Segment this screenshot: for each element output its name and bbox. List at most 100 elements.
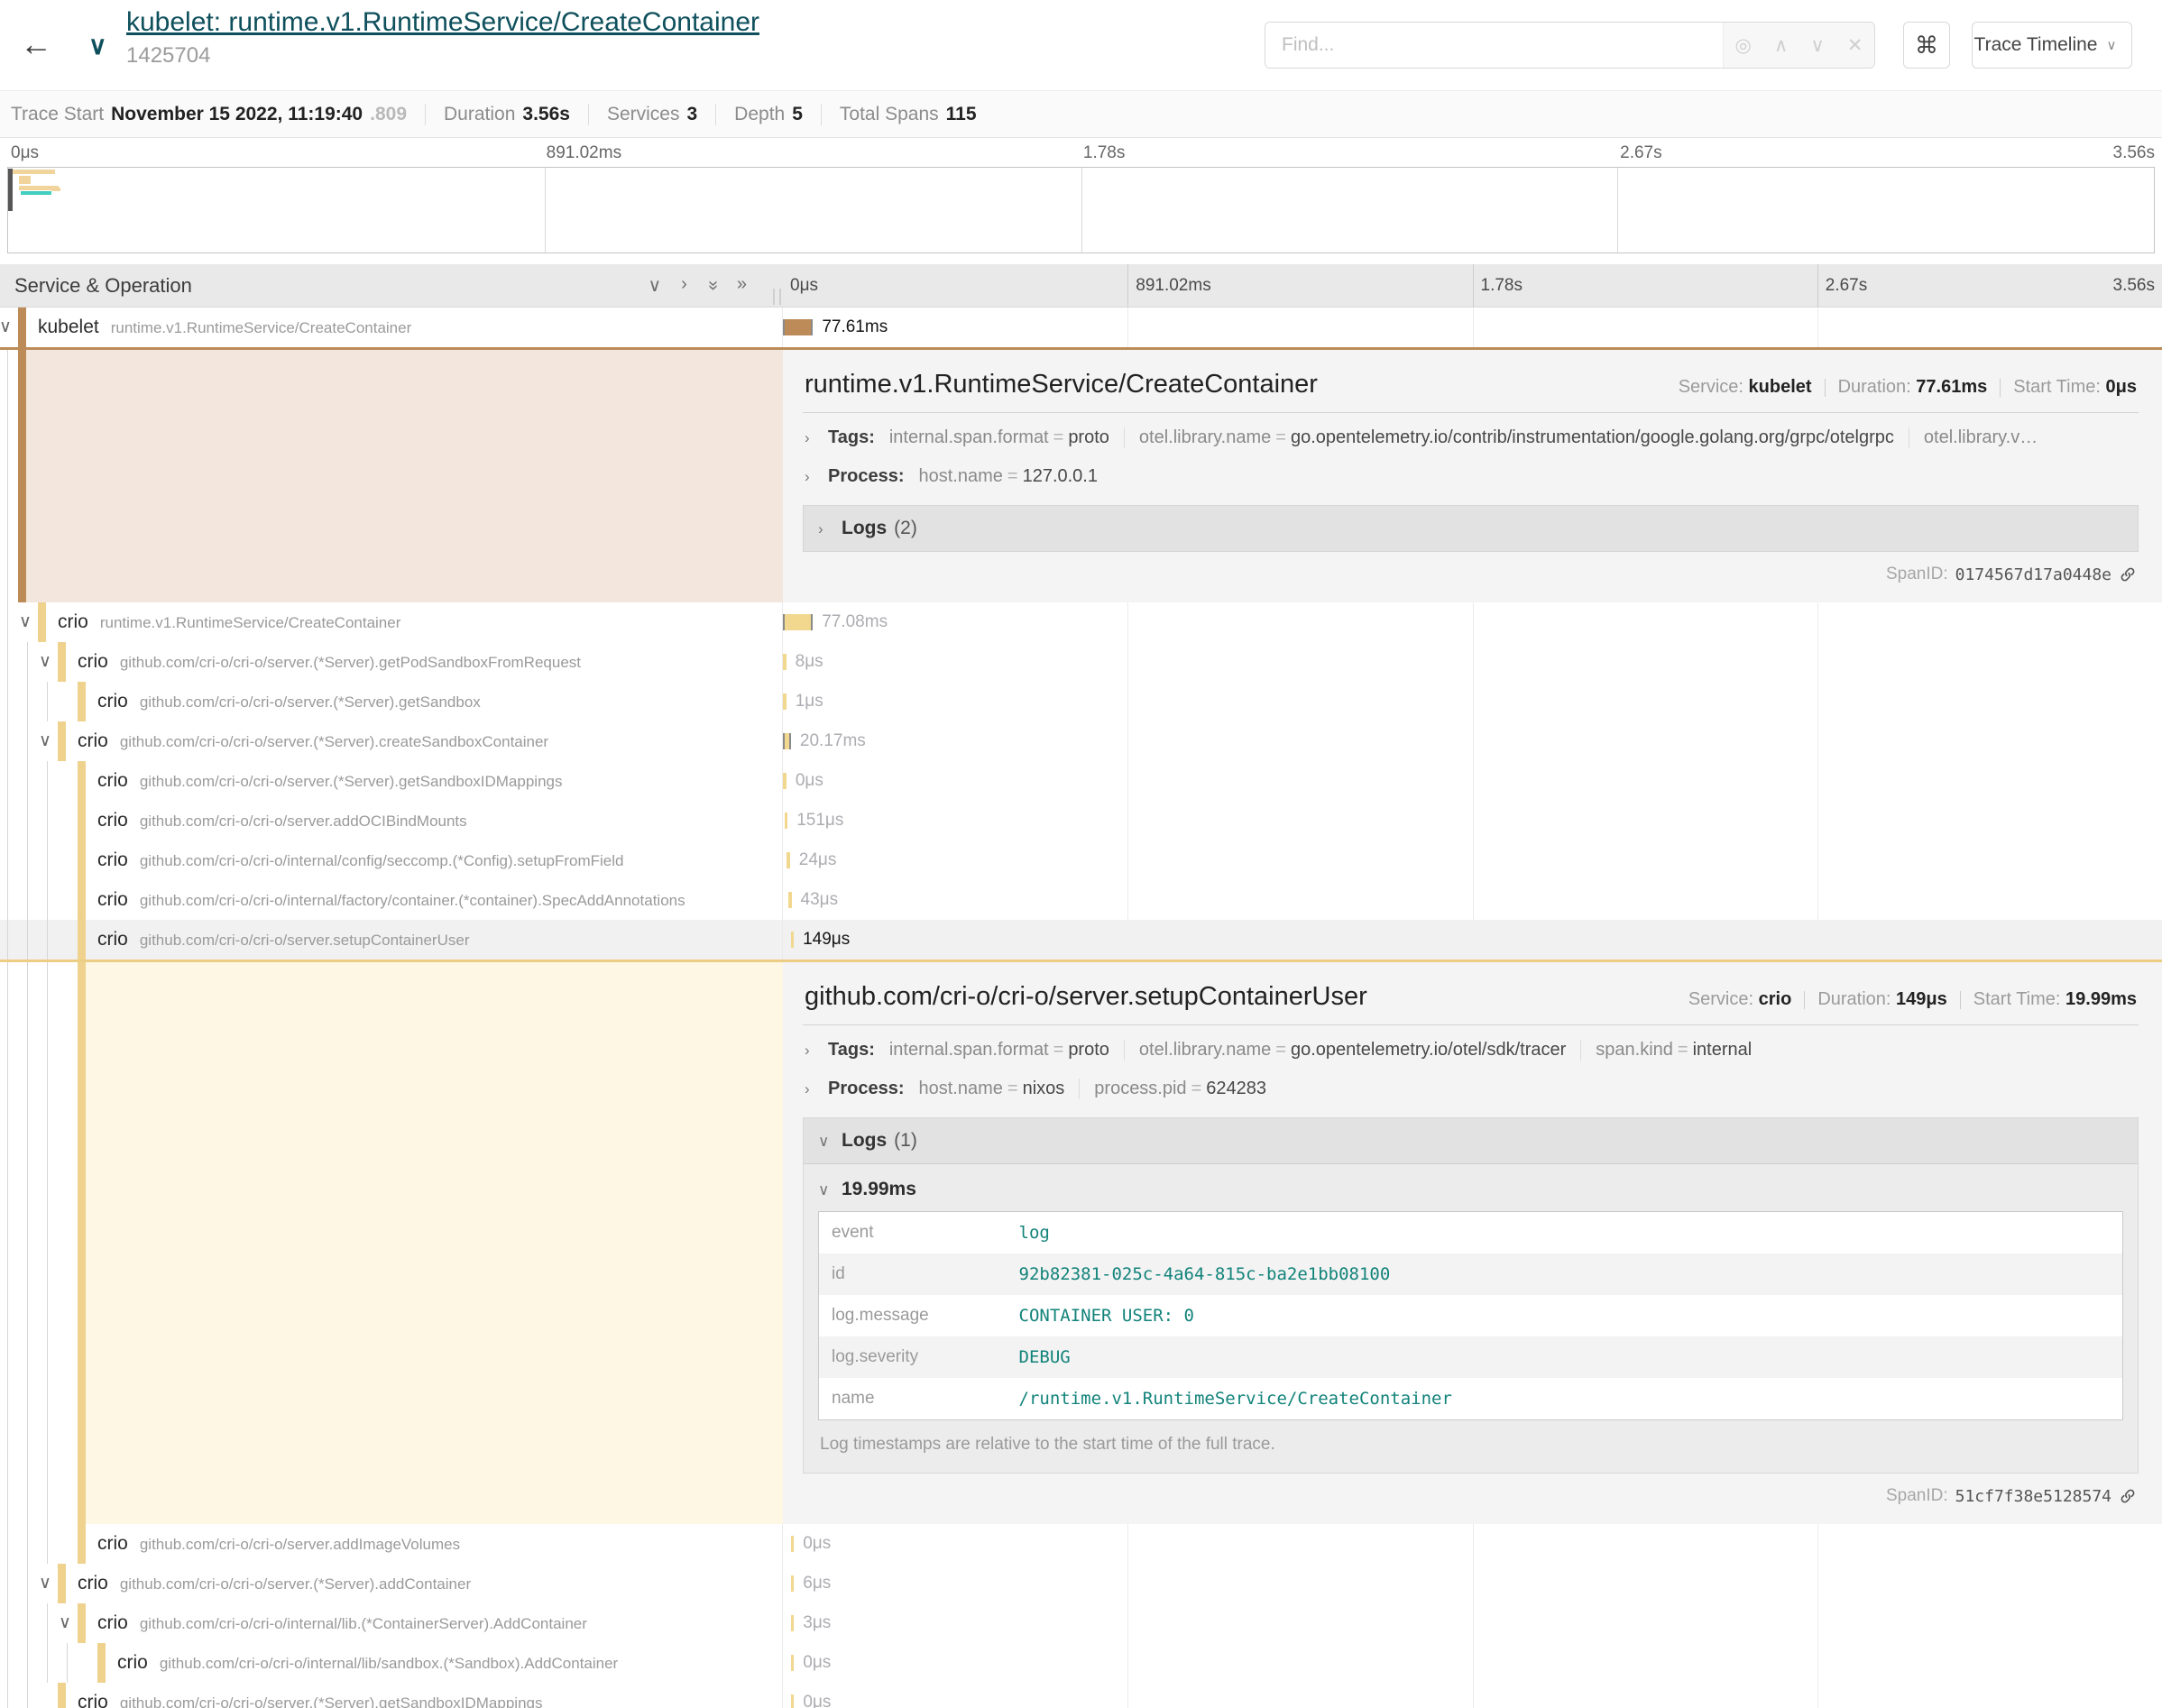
span-row[interactable]: criogithub.com/cri-o/cri-o/internal/lib/… — [0, 1643, 2162, 1683]
span-duration-label: 8μs — [796, 642, 823, 682]
span-timeline-cell[interactable]: 1μs — [783, 682, 2162, 721]
span-row[interactable]: ∨criogithub.com/cri-o/cri-o/server.(*Ser… — [0, 642, 2162, 682]
locate-icon[interactable]: ◎ — [1735, 34, 1752, 57]
span-name-cell[interactable]: criogithub.com/cri-o/cri-o/server.(*Serv… — [0, 682, 783, 721]
expand-all-icon[interactable]: » — [737, 274, 747, 297]
span-expander-icon[interactable]: ∨ — [39, 642, 51, 682]
span-name-cell[interactable]: ∨crioruntime.v1.RuntimeService/CreateCon… — [0, 602, 783, 642]
service-name: crio — [97, 929, 128, 950]
span-timeline-cell[interactable]: 6μs — [783, 1564, 2162, 1603]
column-resizer-handle[interactable] — [773, 289, 781, 305]
span-name-cell[interactable]: criogithub.com/cri-o/cri-o/internal/lib/… — [0, 1643, 783, 1683]
span-timeline-cell[interactable]: 0μs — [783, 1683, 2162, 1708]
span-expander-icon[interactable]: ∨ — [39, 721, 51, 761]
span-timeline-cell[interactable]: 0μs — [783, 1524, 2162, 1564]
span-duration-bar[interactable] — [791, 1655, 795, 1671]
logs-section-toggle[interactable]: ∨ Logs (1) — [804, 1118, 2138, 1164]
services-value: 3 — [686, 104, 697, 125]
copy-link-icon[interactable] — [2119, 1487, 2137, 1505]
span-expander-icon[interactable]: ∨ — [59, 1603, 71, 1643]
span-timeline-cell[interactable]: 77.61ms — [783, 308, 2162, 347]
keyboard-shortcuts-button[interactable]: ⌘ — [1903, 22, 1950, 69]
span-timeline-cell[interactable]: 24μs — [783, 840, 2162, 880]
span-name-cell[interactable]: criogithub.com/cri-o/cri-o/server.(*Serv… — [0, 761, 783, 801]
span-duration-bar[interactable] — [783, 319, 813, 335]
span-row[interactable]: ∨criogithub.com/cri-o/cri-o/internal/lib… — [0, 1603, 2162, 1643]
span-timeline-cell[interactable]: 43μs — [783, 880, 2162, 920]
log-entry-toggle[interactable]: ∨ 19.99ms — [818, 1168, 2123, 1211]
tags-section-toggle[interactable]: › Tags: internal.span.format=protootel.l… — [803, 1031, 2139, 1070]
collapse-all-icon[interactable]: » — [701, 280, 723, 290]
span-row[interactable]: criogithub.com/cri-o/cri-o/internal/conf… — [0, 840, 2162, 880]
span-duration-bar[interactable] — [791, 932, 795, 948]
span-timeline-cell[interactable]: 77.08ms — [783, 602, 2162, 642]
logs-section-toggle[interactable]: › Logs (2) — [803, 505, 2139, 552]
span-timeline-cell[interactable]: 0μs — [783, 1643, 2162, 1683]
span-name-cell[interactable]: criogithub.com/cri-o/cri-o/server.setupC… — [0, 920, 783, 960]
span-name-cell[interactable]: criogithub.com/cri-o/cri-o/internal/fact… — [0, 880, 783, 920]
span-duration-bar[interactable] — [787, 852, 790, 868]
span-row[interactable]: criogithub.com/cri-o/cri-o/server.(*Serv… — [0, 682, 2162, 721]
collapse-one-icon[interactable]: ∨ — [648, 274, 661, 297]
span-timeline-cell[interactable]: 3μs — [783, 1603, 2162, 1643]
span-name-cell[interactable]: ∨criogithub.com/cri-o/cri-o/server.(*Ser… — [0, 721, 783, 761]
span-duration-bar[interactable] — [791, 1575, 795, 1592]
span-name-cell[interactable]: criogithub.com/cri-o/cri-o/server.(*Serv… — [0, 1683, 783, 1708]
next-match-icon[interactable]: ∨ — [1810, 34, 1824, 57]
span-duration-bar[interactable] — [791, 1694, 795, 1708]
tags-section-toggle[interactable]: › Tags: internal.span.format=protootel.l… — [803, 418, 2139, 457]
find-input[interactable] — [1265, 23, 1723, 68]
span-row[interactable]: criogithub.com/cri-o/cri-o/server.setupC… — [0, 920, 2162, 960]
span-expander-icon[interactable]: ∨ — [19, 602, 32, 642]
span-timeline-cell[interactable]: 0μs — [783, 761, 2162, 801]
span-timeline-cell[interactable]: 20.17ms — [783, 721, 2162, 761]
service-color-strip — [78, 1603, 86, 1643]
span-row[interactable]: ∨criogithub.com/cri-o/cri-o/server.(*Ser… — [0, 721, 2162, 761]
span-row[interactable]: ∨kubeletruntime.v1.RuntimeService/Create… — [0, 308, 2162, 347]
span-name-cell[interactable]: ∨criogithub.com/cri-o/cri-o/server.(*Ser… — [0, 642, 783, 682]
clear-find-icon[interactable]: ✕ — [1847, 34, 1863, 57]
trace-view-menu-button[interactable]: Trace Timeline ∨ — [1972, 22, 2132, 69]
prev-match-icon[interactable]: ∧ — [1774, 34, 1788, 57]
span-name-cell[interactable]: ∨kubeletruntime.v1.RuntimeService/Create… — [0, 308, 783, 347]
span-duration-bar[interactable] — [783, 733, 791, 749]
span-name-cell[interactable]: criogithub.com/cri-o/cri-o/server.addIma… — [0, 1524, 783, 1564]
span-row[interactable]: criogithub.com/cri-o/cri-o/server.addIma… — [0, 1524, 2162, 1564]
span-duration-bar[interactable] — [788, 892, 792, 908]
log-field-row: log.severityDEBUG — [819, 1336, 2123, 1378]
span-timeline-cell[interactable]: 8μs — [783, 642, 2162, 682]
span-row[interactable]: criogithub.com/cri-o/cri-o/internal/fact… — [0, 880, 2162, 920]
span-timeline-cell[interactable]: 151μs — [783, 801, 2162, 840]
span-name-cell[interactable]: ∨criogithub.com/cri-o/cri-o/server.(*Ser… — [0, 1564, 783, 1603]
span-duration-bar[interactable] — [783, 693, 787, 710]
span-expander-icon[interactable]: ∨ — [39, 1564, 51, 1603]
minimap-span-bar — [8, 169, 13, 211]
copy-link-icon[interactable] — [2119, 565, 2137, 583]
span-duration-bar[interactable] — [791, 1536, 795, 1552]
span-name-cell[interactable]: criogithub.com/cri-o/cri-o/internal/conf… — [0, 840, 783, 880]
trace-title-link[interactable]: kubelet: runtime.v1.RuntimeService/Creat… — [126, 7, 759, 38]
back-button[interactable]: ← — [20, 25, 52, 63]
span-duration-bar[interactable] — [783, 654, 787, 670]
span-duration-bar[interactable] — [783, 773, 787, 789]
span-name-cell[interactable]: ∨criogithub.com/cri-o/cri-o/internal/lib… — [0, 1603, 783, 1643]
expand-one-icon[interactable]: › — [681, 274, 687, 297]
span-row[interactable]: criogithub.com/cri-o/cri-o/server.(*Serv… — [0, 1683, 2162, 1708]
operation-name: github.com/cri-o/cri-o/server.addOCIBind… — [140, 813, 467, 830]
minimap-tick: 1.78s — [1083, 143, 1125, 163]
process-section-toggle[interactable]: › Process: host.name=nixosprocess.pid=62… — [803, 1070, 2139, 1108]
axis-tick: 891.02ms — [1127, 264, 1472, 307]
span-row[interactable]: criogithub.com/cri-o/cri-o/server.(*Serv… — [0, 761, 2162, 801]
span-duration-bar[interactable] — [785, 813, 788, 829]
span-row[interactable]: ∨crioruntime.v1.RuntimeService/CreateCon… — [0, 602, 2162, 642]
span-timeline-cell[interactable]: 149μs — [783, 920, 2162, 960]
process-section-toggle[interactable]: › Process: host.name=127.0.0.1 — [803, 457, 2139, 496]
span-duration-bar[interactable] — [791, 1615, 795, 1631]
minimap-canvas[interactable] — [7, 167, 2155, 253]
span-duration-bar[interactable] — [783, 614, 813, 630]
span-row[interactable]: ∨criogithub.com/cri-o/cri-o/server.(*Ser… — [0, 1564, 2162, 1603]
span-name-cell[interactable]: criogithub.com/cri-o/cri-o/server.addOCI… — [0, 801, 783, 840]
collapse-trace-icon[interactable]: ∨ — [88, 31, 107, 60]
span-row[interactable]: criogithub.com/cri-o/cri-o/server.addOCI… — [0, 801, 2162, 840]
span-expander-icon[interactable]: ∨ — [0, 308, 12, 347]
